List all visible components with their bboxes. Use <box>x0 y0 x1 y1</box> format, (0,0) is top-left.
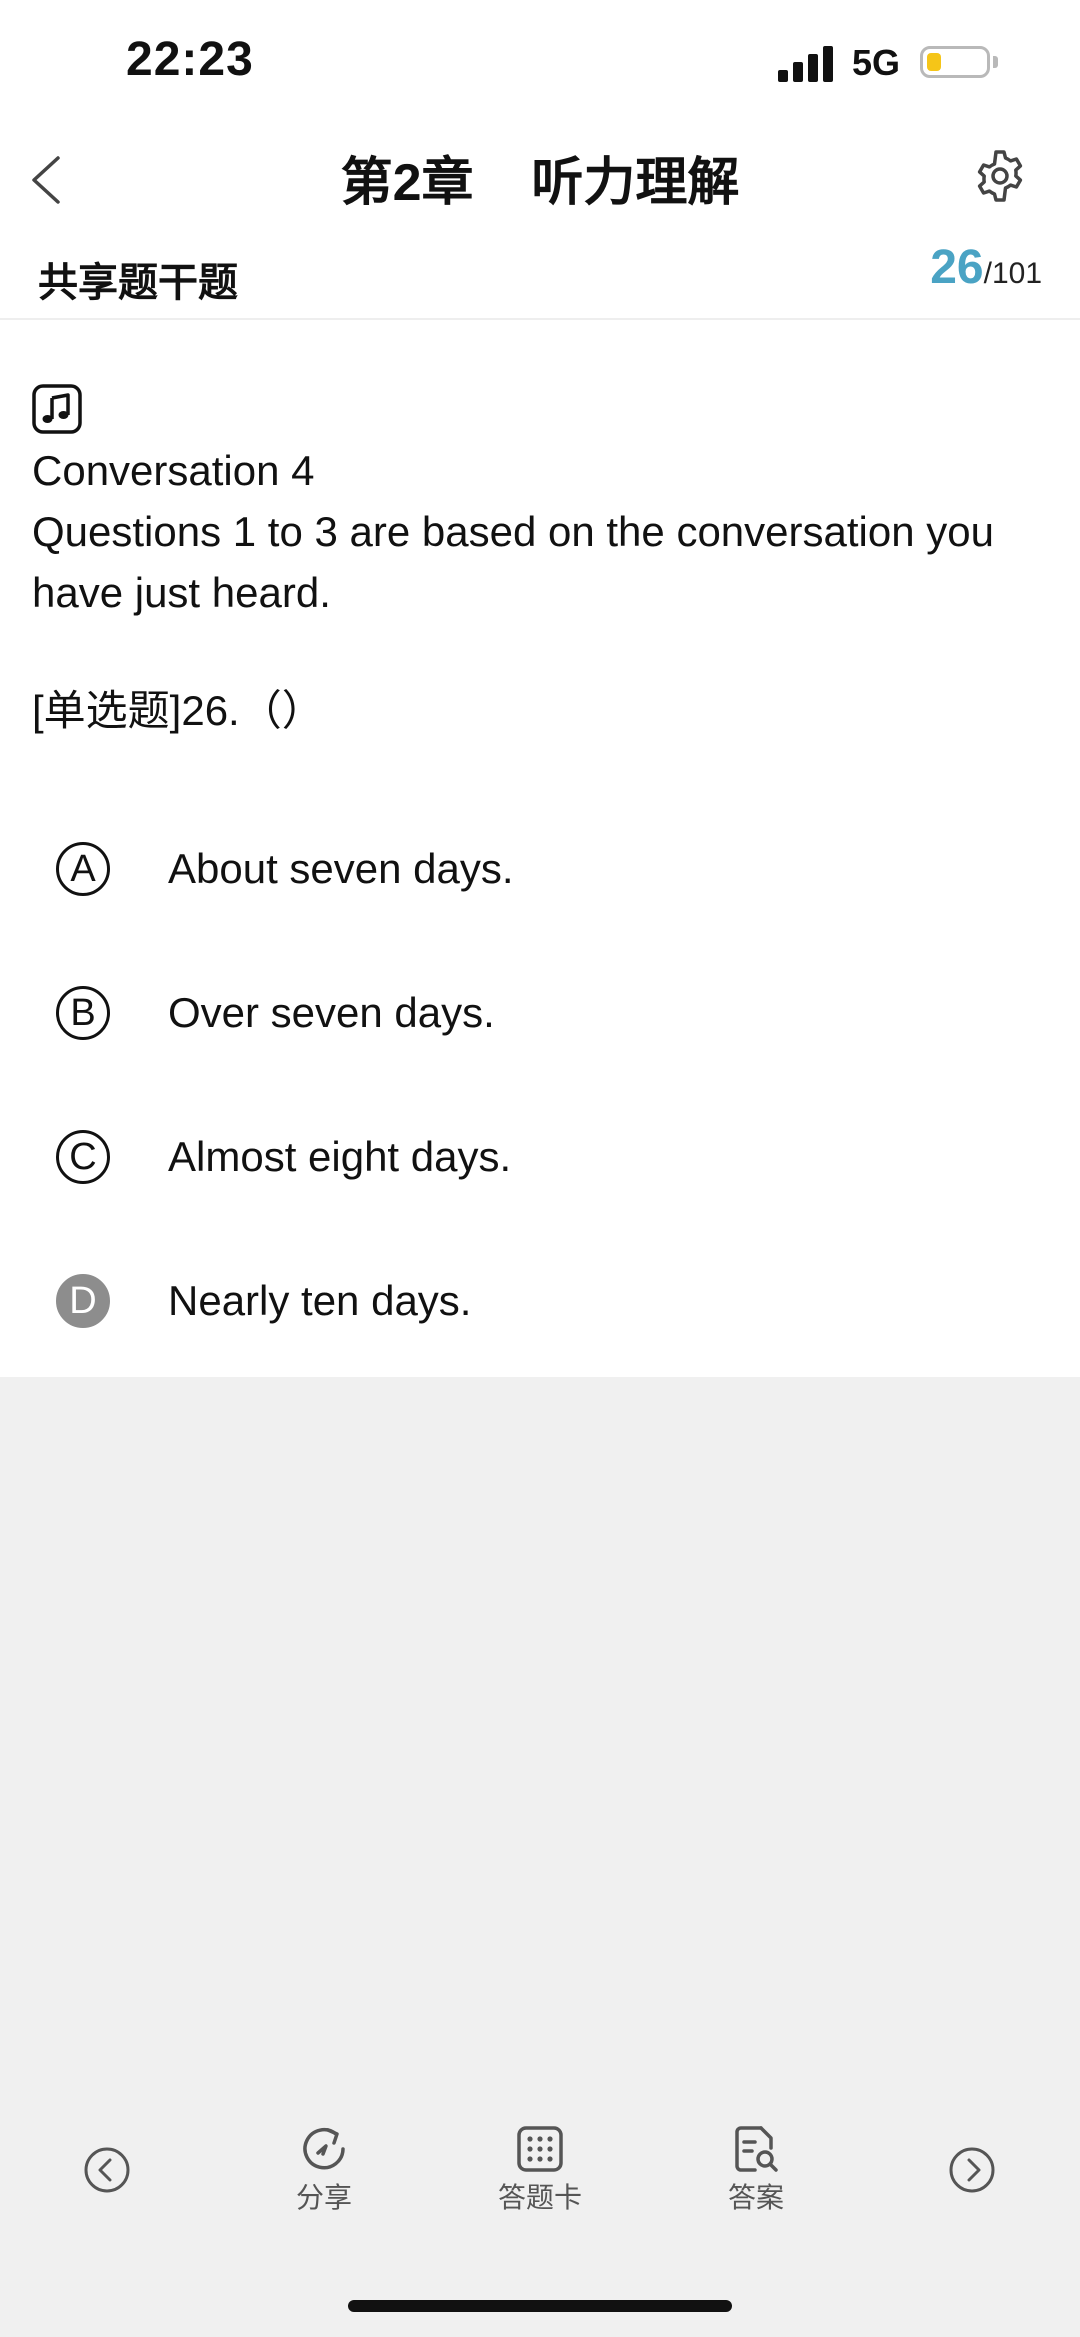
passage-title: Conversation 4 <box>32 447 315 494</box>
answer-card-icon <box>517 2126 563 2172</box>
option-text: Almost eight days. <box>168 1133 512 1180</box>
page-title: 第2章 听力理解 <box>340 154 740 212</box>
status-bar: 22:23 5G <box>0 0 1080 130</box>
circle-chevron-left-icon <box>84 2147 130 2193</box>
option-marker: B <box>56 986 110 1040</box>
question-stem: [单选题]26.（） <box>32 687 324 734</box>
status-time: 22:23 <box>126 33 254 86</box>
option-text: About seven days. <box>168 845 514 892</box>
option-marker: C <box>56 1130 110 1184</box>
document-search-icon <box>735 2126 778 2172</box>
passage: Conversation 4 Questions 1 to 3 are base… <box>32 440 1032 623</box>
page: 22:23 5G 第2章 听力理解 共享题干题 26/101 Conversat… <box>0 0 1080 2337</box>
audio-play-button[interactable] <box>32 384 82 434</box>
answer-label: 答案 <box>727 2182 784 2213</box>
option-marker-selected: D <box>56 1274 110 1328</box>
share-label: 分享 <box>295 2182 352 2213</box>
circle-chevron-right-icon <box>949 2147 995 2193</box>
answer-card-button[interactable]: 答题卡 <box>460 2110 620 2240</box>
home-indicator[interactable] <box>348 2300 732 2312</box>
prev-question-button[interactable] <box>27 2110 187 2240</box>
passage-text: Questions 1 to 3 are based on the conver… <box>32 508 994 616</box>
battery-level <box>927 53 941 71</box>
sub-header: 共享题干题 26/101 <box>0 240 1080 320</box>
option-marker: A <box>56 842 110 896</box>
bottom-toolbar: 分享 答题卡 答案 <box>0 2110 1080 2240</box>
gear-icon <box>977 150 1023 202</box>
progress-current: 26 <box>930 241 984 294</box>
next-question-button[interactable] <box>892 2110 1052 2240</box>
network-label: 5G <box>852 42 901 83</box>
share-icon <box>303 2128 345 2170</box>
question-progress: 26/101 <box>930 240 1042 295</box>
option-b[interactable]: B Over seven days. <box>56 966 1036 1066</box>
option-text: Nearly ten days. <box>168 1277 472 1324</box>
option-d[interactable]: D Nearly ten days. <box>56 1254 1036 1354</box>
option-a[interactable]: A About seven days. <box>56 822 1036 922</box>
share-button[interactable]: 分享 <box>244 2110 404 2240</box>
answer-button[interactable]: 答案 <box>676 2110 836 2240</box>
signal-icon <box>778 44 836 82</box>
answer-card-label: 答题卡 <box>497 2182 582 2213</box>
progress-total: /101 <box>983 257 1042 290</box>
option-c[interactable]: C Almost eight days. <box>56 1110 1036 1210</box>
option-text: Over seven days. <box>168 989 495 1036</box>
nav-bar: 第2章 听力理解 <box>0 130 1080 230</box>
battery-icon <box>920 46 990 78</box>
music-note-icon <box>32 384 82 434</box>
question-type-title: 共享题干题 <box>38 261 238 305</box>
battery-cap <box>993 56 998 68</box>
settings-button[interactable] <box>972 148 1028 204</box>
